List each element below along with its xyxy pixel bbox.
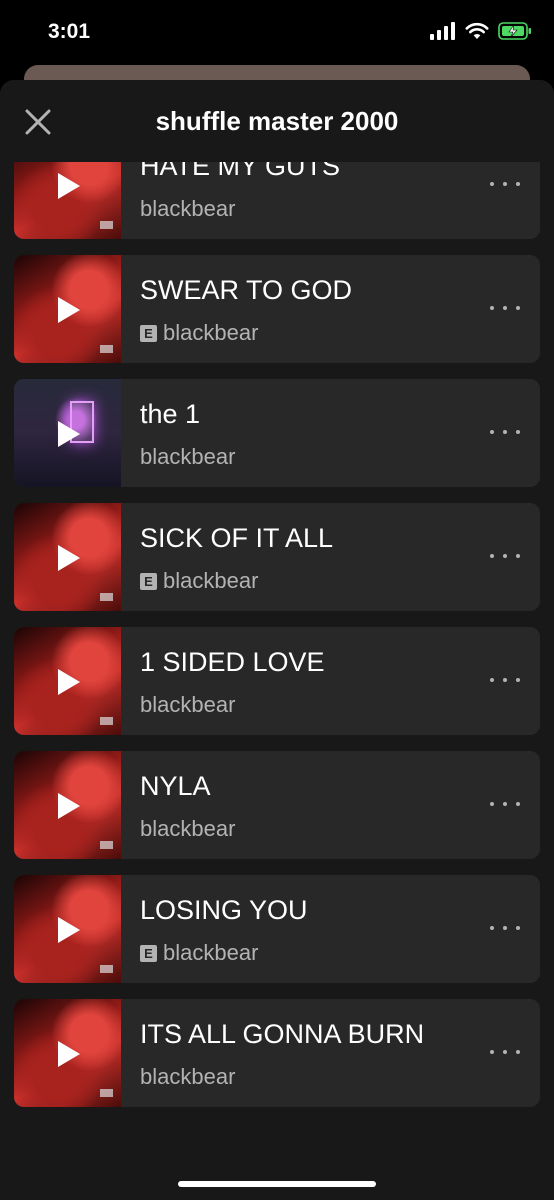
track-artist: blackbear: [163, 320, 259, 345]
track-subtitle: blackbear: [140, 196, 235, 222]
parental-advisory-tag: [100, 345, 113, 353]
parental-advisory-tag: [100, 841, 113, 849]
track-artist: blackbear: [163, 940, 259, 965]
track-title: ITS ALL GONNA BURN: [140, 1019, 425, 1049]
parental-advisory-tag: [100, 717, 113, 725]
status-time: 3:01: [48, 20, 91, 43]
track-row[interactable]: LOSING YOU E blackbear: [14, 875, 540, 983]
track-title: the 1: [140, 399, 201, 429]
more-options-icon[interactable]: [490, 171, 520, 197]
track-artist: blackbear: [140, 196, 236, 221]
track-artist: blackbear: [140, 1064, 236, 1089]
track-row[interactable]: ITS ALL GONNA BURN blackbear: [14, 999, 540, 1107]
track-subtitle: blackbear: [140, 1064, 235, 1090]
track-artist: blackbear: [140, 816, 236, 841]
status-icons: [430, 22, 532, 40]
album-art: [14, 875, 121, 983]
track-subtitle: blackbear: [140, 692, 235, 718]
track-row[interactable]: the 1 blackbear: [14, 379, 540, 487]
album-art: [14, 627, 121, 735]
wifi-icon: [465, 22, 489, 39]
battery-charging-icon: [498, 22, 531, 40]
more-options-icon[interactable]: [490, 543, 520, 569]
track-artist: blackbear: [140, 692, 236, 717]
parental-advisory-tag: [100, 593, 113, 601]
parental-advisory-tag: [100, 221, 113, 229]
play-icon[interactable]: [58, 173, 80, 199]
album-art: [14, 751, 121, 859]
explicit-badge: E: [140, 572, 157, 590]
track-subtitle: blackbear: [140, 816, 235, 842]
track-title: LOSING YOU: [140, 895, 308, 925]
play-icon[interactable]: [58, 1041, 80, 1067]
explicit-badge: E: [140, 324, 157, 342]
track-subtitle: E blackbear: [140, 940, 258, 966]
track-row[interactable]: NYLA blackbear: [14, 751, 540, 859]
sheet-header: shuffle master 2000: [0, 80, 554, 162]
play-icon[interactable]: [58, 421, 80, 447]
cellular-signal-icon: [430, 22, 455, 40]
playlist-sheet: blackbear HATE MY GUTS blackbear SWEAR T…: [0, 80, 554, 1200]
play-icon[interactable]: [58, 297, 80, 323]
home-indicator[interactable]: [178, 1181, 376, 1187]
parental-advisory-tag: [100, 1089, 113, 1097]
track-row[interactable]: SICK OF IT ALL E blackbear: [14, 503, 540, 611]
track-title: SICK OF IT ALL: [140, 523, 334, 553]
sheet-title: shuffle master 2000: [155, 106, 399, 136]
album-art: [14, 255, 121, 363]
more-options-icon[interactable]: [490, 915, 520, 941]
album-art: [14, 503, 121, 611]
track-subtitle: E blackbear: [140, 320, 258, 346]
play-icon[interactable]: [58, 669, 80, 695]
album-art: [14, 999, 121, 1107]
play-icon[interactable]: [58, 917, 80, 943]
track-row[interactable]: 1 SIDED LOVE blackbear: [14, 627, 540, 735]
track-subtitle: blackbear: [140, 444, 235, 470]
more-options-icon[interactable]: [490, 419, 520, 445]
parental-advisory-tag: [100, 965, 113, 973]
track-subtitle: E blackbear: [140, 568, 258, 594]
status-bar: 3:01: [0, 0, 554, 64]
track-artist: blackbear: [140, 444, 236, 469]
track-title: SWEAR TO GOD: [140, 275, 353, 305]
track-title: NYLA: [140, 771, 211, 801]
more-options-icon[interactable]: [490, 667, 520, 693]
play-icon[interactable]: [58, 793, 80, 819]
track-row[interactable]: SWEAR TO GOD E blackbear: [14, 255, 540, 363]
more-options-icon[interactable]: [490, 791, 520, 817]
track-title: 1 SIDED LOVE: [140, 647, 325, 677]
album-art: [14, 379, 121, 487]
play-icon[interactable]: [58, 545, 80, 571]
more-options-icon[interactable]: [490, 1039, 520, 1065]
more-options-icon[interactable]: [490, 295, 520, 321]
track-artist: blackbear: [163, 568, 259, 593]
explicit-badge: E: [140, 944, 157, 962]
